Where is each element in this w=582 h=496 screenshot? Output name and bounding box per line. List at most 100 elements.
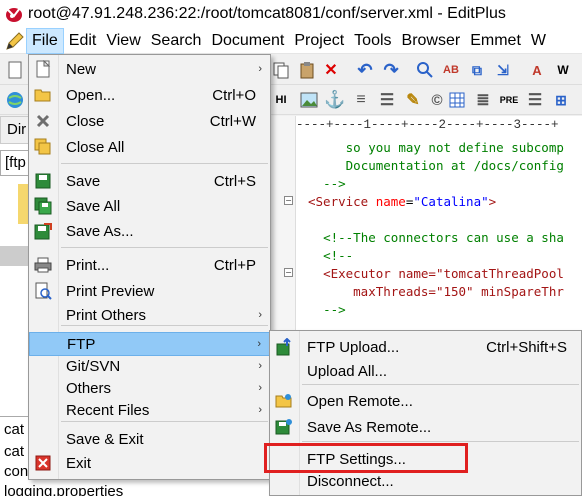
- menu-item-label: Close All: [66, 138, 125, 156]
- menu-item-print-preview[interactable]: Print Preview: [29, 279, 270, 303]
- menu-item-ftp-upload[interactable]: FTP Upload... Ctrl+Shift+S: [270, 335, 581, 359]
- copyright-icon[interactable]: ©: [426, 89, 448, 111]
- grid-icon[interactable]: ⊞: [550, 89, 572, 111]
- file-list-item[interactable]: con: [4, 463, 28, 480]
- open-remote-icon: [274, 391, 294, 411]
- menu-item-print-others[interactable]: Print Others ›: [29, 303, 270, 327]
- image-icon[interactable]: [298, 89, 320, 111]
- menu-item-open[interactable]: Open... Ctrl+O: [29, 83, 270, 107]
- code-line[interactable]: <Executor name="tomcatThreadPool: [308, 266, 564, 281]
- menu-item-open-remote[interactable]: Open Remote...: [270, 389, 581, 413]
- menu-item-recent-files[interactable]: Recent Files ›: [29, 398, 270, 422]
- exit-icon: [33, 453, 53, 473]
- menu-item-ftp[interactable]: FTP ›: [29, 332, 270, 356]
- find-icon[interactable]: [414, 59, 436, 81]
- menu-item-save-exit[interactable]: Save & Exit: [29, 427, 270, 451]
- paste-icon[interactable]: [296, 59, 318, 81]
- new-doc-icon[interactable]: [4, 59, 26, 81]
- selected-folder-row[interactable]: [0, 246, 28, 266]
- menu-item-label: Exit: [66, 454, 92, 472]
- menu-browser[interactable]: Browser: [397, 28, 466, 54]
- menu-document[interactable]: Document: [206, 28, 289, 54]
- menu-item-label: Save As Remote...: [307, 418, 432, 436]
- copy-icon[interactable]: [270, 59, 292, 81]
- code-token: "Catalina": [413, 194, 489, 209]
- menu-item-upload-all[interactable]: Upload All...: [270, 359, 581, 383]
- menu-item-new[interactable]: New ›: [29, 57, 270, 81]
- code-token: <!--The connectors can use a sha: [323, 230, 564, 245]
- code-line[interactable]: <Service name="Catalina">: [308, 194, 496, 209]
- fold-toggle-icon[interactable]: −: [284, 268, 293, 277]
- code-line[interactable]: maxThreads="150" minSpareThr: [308, 284, 564, 299]
- menu-item-close[interactable]: Close Ctrl+W: [29, 109, 270, 133]
- list-icon[interactable]: ☰: [376, 89, 398, 111]
- save-all-icon: [33, 196, 53, 216]
- menu-item-shortcut: Ctrl+O: [212, 86, 256, 104]
- menu-item-print[interactable]: Print... Ctrl+P: [29, 253, 270, 277]
- fold-toggle-icon[interactable]: −: [284, 196, 293, 205]
- menu-emmet[interactable]: Emmet: [465, 28, 526, 54]
- word-wrap-icon[interactable]: W: [552, 59, 574, 81]
- menu-item-exit[interactable]: Exit: [29, 451, 270, 475]
- menu-file[interactable]: File: [26, 27, 64, 54]
- code-token: <Service: [308, 194, 376, 209]
- undo-icon[interactable]: ↶: [354, 59, 376, 81]
- menu-item-save-as-remote[interactable]: Save As Remote...: [270, 415, 581, 439]
- align-icon[interactable]: ☰: [524, 89, 546, 111]
- save-disk-icon: [33, 171, 53, 191]
- menu-search[interactable]: Search: [146, 28, 207, 54]
- folder-icon[interactable]: [18, 184, 28, 224]
- paragraph-icon[interactable]: ≣: [472, 89, 494, 111]
- menu-edit[interactable]: Edit: [64, 28, 102, 54]
- find-in-files-icon[interactable]: ⧉: [466, 59, 488, 81]
- code-line[interactable]: so you may not define subcomp: [308, 140, 564, 155]
- code-line[interactable]: Documentation at /docs/config: [308, 158, 564, 173]
- menu-separator: [302, 384, 579, 385]
- edit-pen-icon[interactable]: ✎: [402, 89, 424, 111]
- menu-item-save[interactable]: Save Ctrl+S: [29, 169, 270, 193]
- replace-icon[interactable]: AB: [440, 59, 462, 81]
- submenu-arrow-icon: ›: [258, 309, 262, 321]
- goto-icon[interactable]: ⇲: [492, 59, 514, 81]
- menu-window[interactable]: W: [526, 28, 551, 54]
- file-list-item[interactable]: cat: [4, 443, 24, 460]
- menu-separator: [302, 441, 579, 442]
- menu-tools[interactable]: Tools: [349, 28, 396, 54]
- menu-item-label: Open...: [66, 86, 116, 104]
- code-line[interactable]: -->: [308, 302, 346, 317]
- redo-icon[interactable]: ↷: [380, 59, 402, 81]
- printer-icon: [33, 255, 53, 275]
- menu-item-save-as[interactable]: Save As...: [29, 219, 270, 243]
- code-line[interactable]: <!--: [308, 248, 353, 263]
- preformat-icon[interactable]: PRE: [498, 89, 520, 111]
- save-remote-icon: [274, 417, 294, 437]
- editplus-app-icon[interactable]: [4, 4, 24, 24]
- code-line[interactable]: -->: [308, 176, 346, 191]
- font-size-icon[interactable]: A: [526, 59, 548, 81]
- delete-icon[interactable]: ✕: [320, 59, 342, 81]
- menu-item-label: Save As...: [66, 222, 134, 240]
- file-list-item[interactable]: cat: [4, 421, 24, 438]
- menu-project[interactable]: Project: [289, 28, 349, 54]
- menu-item-close-all[interactable]: Close All: [29, 135, 270, 159]
- menu-item-git-svn[interactable]: Git/SVN ›: [29, 354, 270, 378]
- menu-item-others[interactable]: Others ›: [29, 376, 270, 400]
- table-icon[interactable]: [446, 89, 468, 111]
- menu-view[interactable]: View: [101, 28, 145, 54]
- html-tag-icon[interactable]: HI: [270, 89, 292, 111]
- menu-item-save-all[interactable]: Save All: [29, 194, 270, 218]
- menu-item-label: Upload All...: [307, 362, 388, 380]
- code-token: so you may not define subcomp: [345, 140, 564, 155]
- browser-globe-icon[interactable]: [4, 89, 26, 111]
- file-list-item[interactable]: logging.properties: [4, 483, 123, 496]
- menu-item-label: Save: [66, 172, 101, 190]
- print-preview-icon: [33, 281, 53, 301]
- menu-item-label: Save & Exit: [66, 430, 144, 448]
- code-token: maxThreads="150" minSpareThr: [353, 284, 564, 299]
- code-line[interactable]: <!--The connectors can use a sha: [308, 230, 564, 245]
- anchor-icon[interactable]: ⚓: [324, 89, 346, 111]
- horizontal-rule-icon[interactable]: ≡: [350, 89, 372, 111]
